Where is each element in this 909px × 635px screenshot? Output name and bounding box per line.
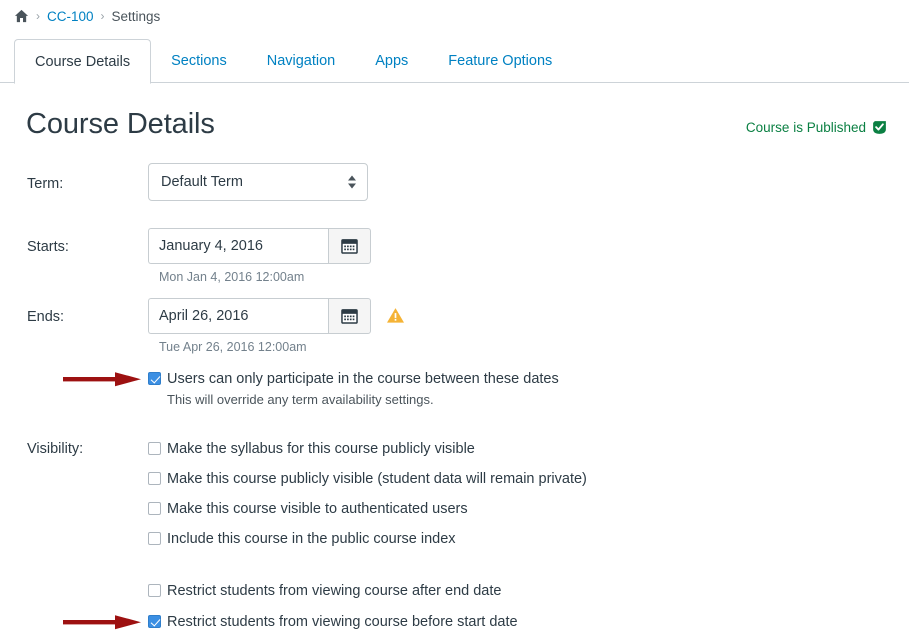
starts-calendar-button[interactable] bbox=[328, 228, 371, 264]
tab-label: Apps bbox=[375, 53, 408, 69]
tab-label: Sections bbox=[171, 53, 227, 69]
visibility-option-label[interactable]: Include this course in the public course… bbox=[167, 529, 456, 549]
restrict-after-end-date-row[interactable]: Restrict students from viewing course af… bbox=[148, 581, 909, 601]
form-row-term: Term: Default Term bbox=[0, 163, 909, 214]
tab-label: Navigation bbox=[267, 53, 336, 69]
restrict-before-start-date-checkbox[interactable] bbox=[148, 615, 161, 628]
breadcrumb-separator-1: › bbox=[36, 10, 40, 22]
ends-calendar-button[interactable] bbox=[328, 298, 371, 334]
published-check-badge-icon bbox=[872, 120, 887, 135]
breadcrumb-separator-2: › bbox=[101, 10, 105, 22]
settings-tabs: Course Details Sections Navigation Apps … bbox=[0, 39, 909, 83]
ends-date-input[interactable] bbox=[148, 298, 328, 334]
starts-date-input[interactable] bbox=[148, 228, 328, 264]
tab-navigation[interactable]: Navigation bbox=[247, 39, 356, 83]
participate-label[interactable]: Users can only participate in the course… bbox=[167, 369, 559, 389]
calendar-icon bbox=[341, 238, 358, 254]
term-label: Term: bbox=[0, 163, 148, 194]
visibility-option-authenticated-users[interactable]: Make this course visible to authenticate… bbox=[148, 499, 909, 519]
form-row-visibility: Visibility: Make the syllabus for this c… bbox=[0, 439, 909, 559]
ends-date-hint: Tue Apr 26, 2016 12:00am bbox=[148, 340, 909, 354]
page-heading-row: Course Details Course is Published bbox=[0, 83, 909, 141]
warning-triangle-icon bbox=[385, 307, 405, 325]
term-select-value: Default Term bbox=[161, 174, 243, 190]
annotation-arrow-icon bbox=[63, 371, 143, 387]
tab-label: Feature Options bbox=[448, 53, 552, 69]
visibility-option-label[interactable]: Make the syllabus for this course public… bbox=[167, 439, 475, 459]
visibility-checkbox[interactable] bbox=[148, 532, 161, 545]
participate-checkbox-row[interactable]: Users can only participate in the course… bbox=[148, 369, 909, 389]
tab-feature-options[interactable]: Feature Options bbox=[428, 39, 572, 83]
visibility-option-syllabus-public[interactable]: Make the syllabus for this course public… bbox=[148, 439, 909, 459]
visibility-option-label[interactable]: Make this course visible to authenticate… bbox=[167, 499, 468, 519]
participate-block: Users can only participate in the course… bbox=[0, 369, 909, 407]
breadcrumb-current: Settings bbox=[112, 9, 161, 24]
restrict-option-label[interactable]: Restrict students from viewing course be… bbox=[167, 612, 518, 632]
ends-label: Ends: bbox=[0, 298, 148, 327]
visibility-label: Visibility: bbox=[0, 439, 148, 459]
restrict-option-label[interactable]: Restrict students from viewing course af… bbox=[167, 581, 501, 601]
visibility-checkbox[interactable] bbox=[148, 442, 161, 455]
form-row-starts: Starts: bbox=[0, 228, 909, 284]
restrict-after-end-date-checkbox[interactable] bbox=[148, 584, 161, 597]
starts-label: Starts: bbox=[0, 228, 148, 257]
page-title: Course Details bbox=[26, 109, 215, 141]
visibility-option-label[interactable]: Make this course publicly visible (stude… bbox=[167, 469, 587, 489]
tab-label: Course Details bbox=[35, 54, 130, 70]
status-badge: Course is Published bbox=[746, 120, 887, 135]
breadcrumb-course-link[interactable]: CC-100 bbox=[47, 9, 94, 24]
course-details-form: Term: Default Term Starts: bbox=[0, 141, 909, 632]
participate-sub-text: This will override any term availability… bbox=[148, 392, 909, 407]
form-row-ends: Ends: bbox=[0, 298, 909, 354]
participate-checkbox[interactable] bbox=[148, 372, 161, 385]
tab-course-details[interactable]: Course Details bbox=[14, 39, 151, 84]
restrict-before-start-date-row[interactable]: Restrict students from viewing course be… bbox=[148, 612, 909, 632]
visibility-option-course-public[interactable]: Make this course publicly visible (stude… bbox=[148, 469, 909, 489]
visibility-option-public-index[interactable]: Include this course in the public course… bbox=[148, 529, 909, 549]
visibility-checkbox[interactable] bbox=[148, 502, 161, 515]
calendar-icon bbox=[341, 308, 358, 324]
select-updown-arrows-icon bbox=[348, 175, 356, 188]
visibility-checkbox[interactable] bbox=[148, 472, 161, 485]
home-icon[interactable] bbox=[14, 9, 29, 23]
term-select[interactable]: Default Term bbox=[148, 163, 368, 201]
annotation-arrow-icon bbox=[63, 614, 143, 630]
tab-apps[interactable]: Apps bbox=[355, 39, 428, 83]
tab-sections[interactable]: Sections bbox=[151, 39, 247, 83]
breadcrumb: › CC-100 › Settings bbox=[0, 0, 909, 26]
starts-date-hint: Mon Jan 4, 2016 12:00am bbox=[148, 270, 909, 284]
restrict-block: Restrict students from viewing course af… bbox=[0, 581, 909, 632]
publish-status-label: Course is Published bbox=[746, 120, 866, 135]
